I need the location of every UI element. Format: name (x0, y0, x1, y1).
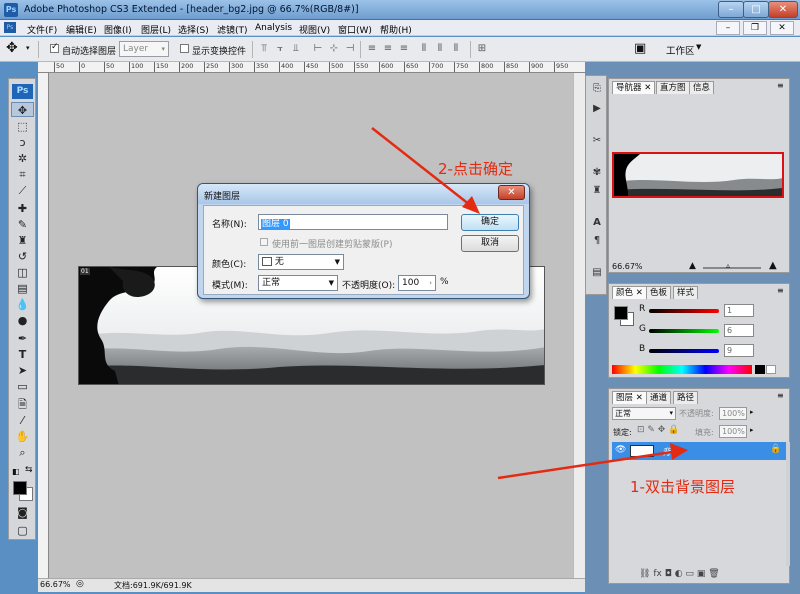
annotation-step1: 1-双击背景图层 (630, 478, 735, 496)
annotation-arrowhead-1 (670, 443, 688, 460)
annotation-arrows (371, 127, 688, 480)
annotation-arrow-1 (497, 450, 673, 480)
annotation-step2: 2-点击确定 (438, 160, 513, 178)
annotation-arrowhead-2 (462, 196, 480, 214)
